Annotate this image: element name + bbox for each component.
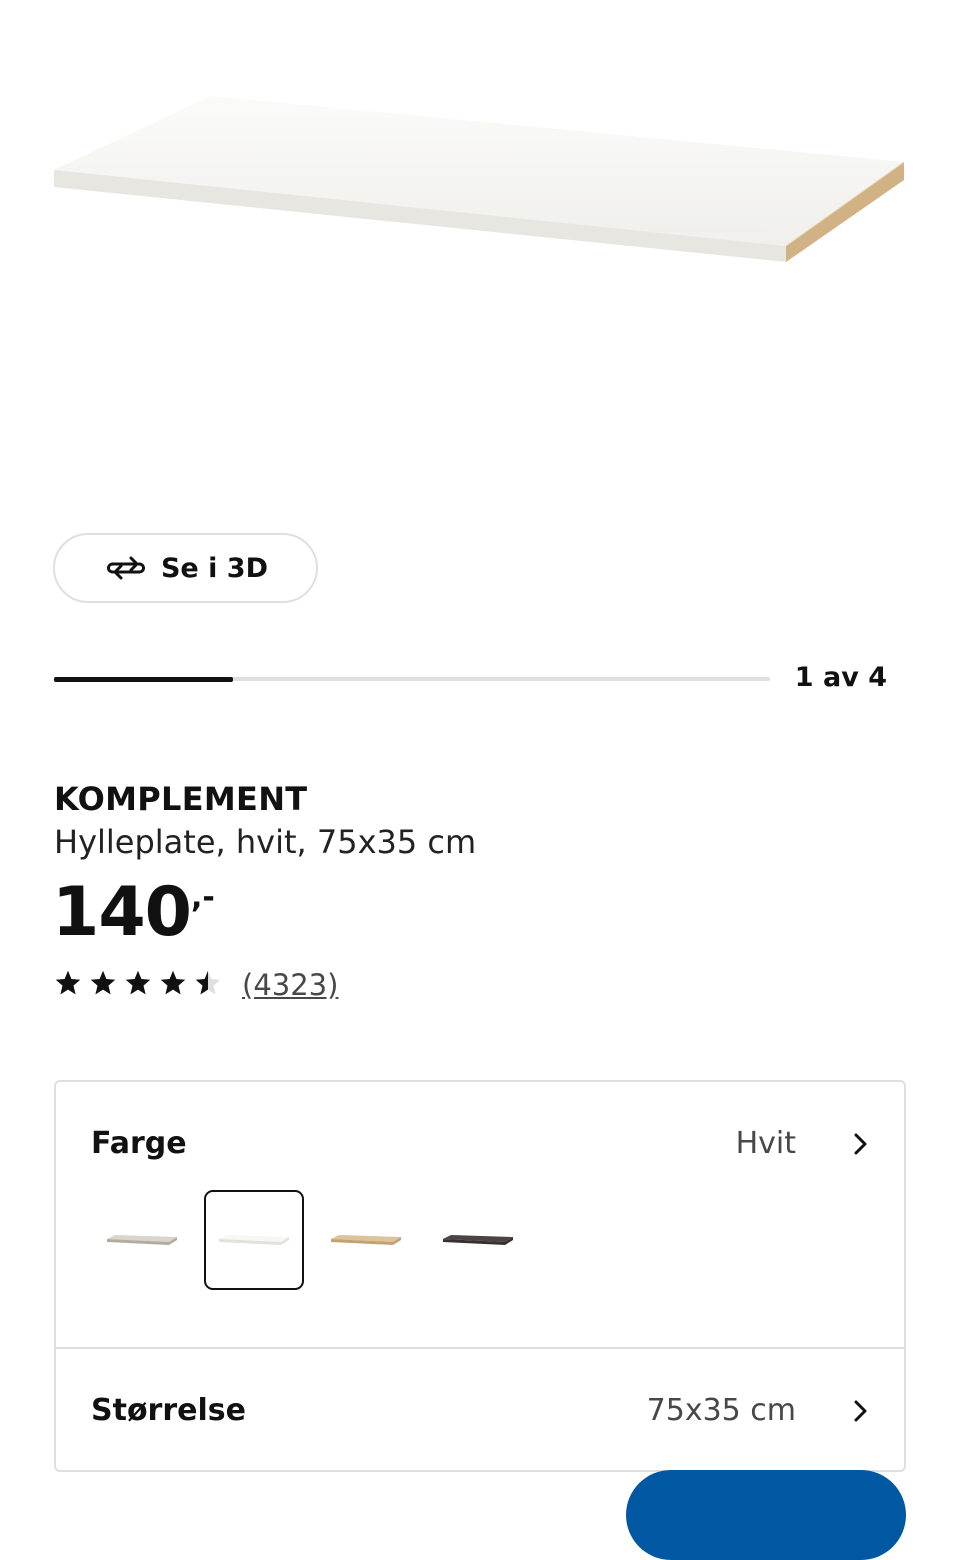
color-label: Farge — [91, 1126, 187, 1161]
product-image — [0, 0, 960, 500]
chevron-right-icon[interactable] — [848, 1132, 872, 1156]
color-swatches — [92, 1190, 528, 1290]
options-card: Farge Hvit Størrelse 75x35 cm — [54, 1080, 906, 1472]
review-count-link[interactable]: (4323) — [242, 968, 338, 1002]
chevron-right-icon[interactable] — [848, 1399, 872, 1423]
gallery-progress-fill — [54, 676, 233, 682]
size-value: 75x35 cm — [646, 1393, 796, 1428]
view-3d-label: Se i 3D — [160, 552, 268, 584]
gallery-progress-bar[interactable] — [54, 676, 770, 682]
view-3d-button[interactable]: Se i 3D — [53, 533, 318, 603]
rotate-3d-icon — [103, 553, 149, 583]
color-swatch-white[interactable] — [204, 1190, 304, 1290]
size-label: Størrelse — [91, 1393, 246, 1428]
price-suffix: ,- — [190, 880, 215, 915]
color-value: Hvit — [735, 1126, 796, 1161]
product-price: 140 ,- — [52, 874, 215, 952]
product-description: Hylleplate, hvit, 75x35 cm — [54, 823, 477, 861]
star-full-icon — [54, 969, 82, 1001]
rating-stars — [54, 969, 222, 1001]
star-full-icon — [124, 969, 152, 1001]
add-to-cart-button[interactable] — [626, 1470, 906, 1560]
size-option-row[interactable]: Størrelse 75x35 cm — [56, 1349, 904, 1474]
color-option-row[interactable]: Farge Hvit — [56, 1082, 904, 1347]
color-swatch-beige[interactable] — [92, 1190, 192, 1290]
product-rating[interactable]: (4323) — [54, 968, 338, 1002]
color-swatch-oak[interactable] — [316, 1190, 416, 1290]
color-swatch-black-brown[interactable] — [428, 1190, 528, 1290]
price-amount: 140 — [52, 873, 192, 952]
product-brand: KOMPLEMENT — [54, 780, 308, 818]
star-half-icon — [194, 969, 222, 1001]
star-full-icon — [159, 969, 187, 1001]
slide-counter: 1 av 4 — [794, 662, 887, 693]
shelf-board-image — [54, 96, 905, 262]
star-full-icon — [89, 969, 117, 1001]
